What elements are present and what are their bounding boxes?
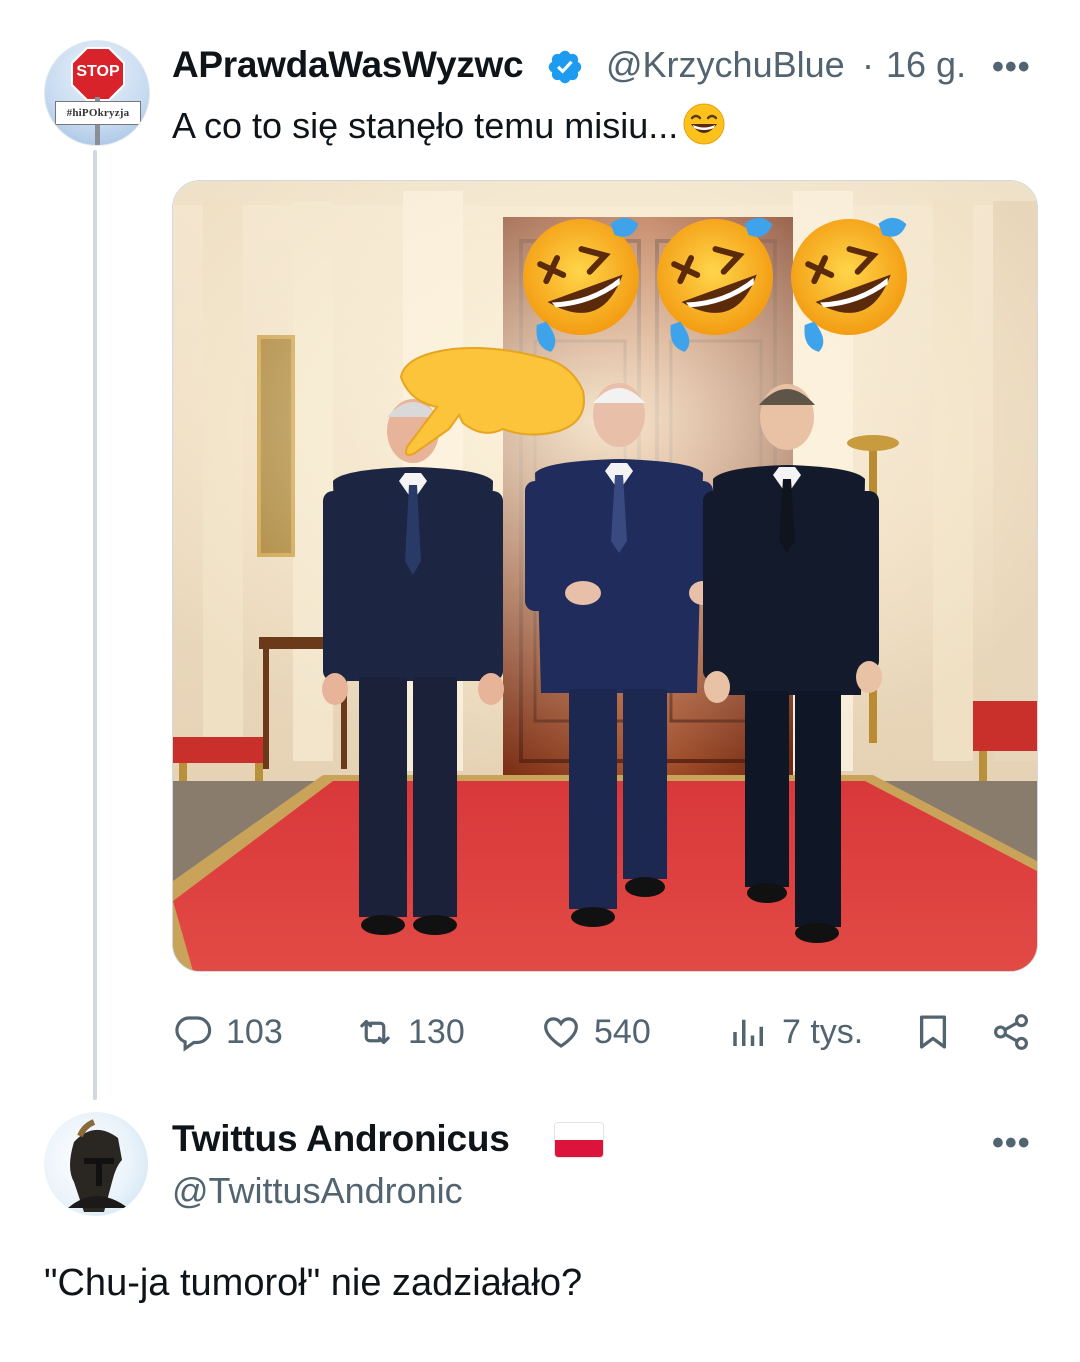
tweet-media-image[interactable]: [172, 180, 1038, 972]
poland-flag-icon: [554, 1122, 604, 1158]
reply-count: 103: [226, 1012, 283, 1051]
bookmark-button[interactable]: [912, 1008, 954, 1056]
reply-icon: [175, 1016, 212, 1052]
tweet-timestamp[interactable]: 16 g.: [886, 44, 966, 86]
like-count: 540: [594, 1012, 651, 1051]
photo-hallway-scene: [173, 181, 1037, 971]
heart-icon: [544, 1017, 578, 1048]
author-avatar[interactable]: STOP #hiPOkryzja: [44, 40, 150, 146]
retweet-icon: [360, 1019, 390, 1045]
like-button[interactable]: 540: [540, 1008, 651, 1056]
bookmark-icon: [919, 1015, 947, 1049]
views-icon: [733, 1019, 763, 1046]
retweet-button[interactable]: 130: [354, 1008, 465, 1056]
more-options-icon[interactable]: •••: [992, 48, 1031, 87]
author-handle[interactable]: @KrzychuBlue: [606, 44, 858, 86]
header-separator: ·: [862, 44, 874, 85]
share-icon: [994, 1014, 1028, 1050]
reply-author-name[interactable]: Twittus Andronicus: [172, 1118, 510, 1160]
tweet-text-content: A co to się stanęło temu misiu...: [172, 105, 679, 146]
avatar-plate-text: #hiPOkryzja: [55, 101, 141, 125]
spartan-helmet-icon: [68, 1119, 128, 1212]
reply-more-options-icon[interactable]: •••: [992, 1124, 1031, 1163]
reply-text: "Chu-ja tumoroł" nie zadziałało?: [44, 1262, 583, 1304]
author-name[interactable]: APrawdaWasWyzwc: [172, 44, 542, 86]
reply-button[interactable]: 103: [172, 1008, 283, 1056]
reply-author-handle[interactable]: @TwittusAndronic: [172, 1170, 463, 1212]
verified-badge-icon: [548, 50, 582, 84]
views-button[interactable]: 7 tys.: [728, 1008, 863, 1056]
share-button[interactable]: [990, 1008, 1034, 1056]
thread-line: [93, 150, 97, 1100]
retweet-count: 130: [408, 1012, 465, 1051]
tweet-text: A co to się stanęło temu misiu...: [172, 102, 726, 147]
views-count: 7 tys.: [782, 1012, 864, 1051]
stop-sign-text: STOP: [76, 63, 120, 80]
reply-author-avatar[interactable]: [44, 1112, 148, 1216]
grinning-squinting-face-icon: [683, 103, 725, 145]
